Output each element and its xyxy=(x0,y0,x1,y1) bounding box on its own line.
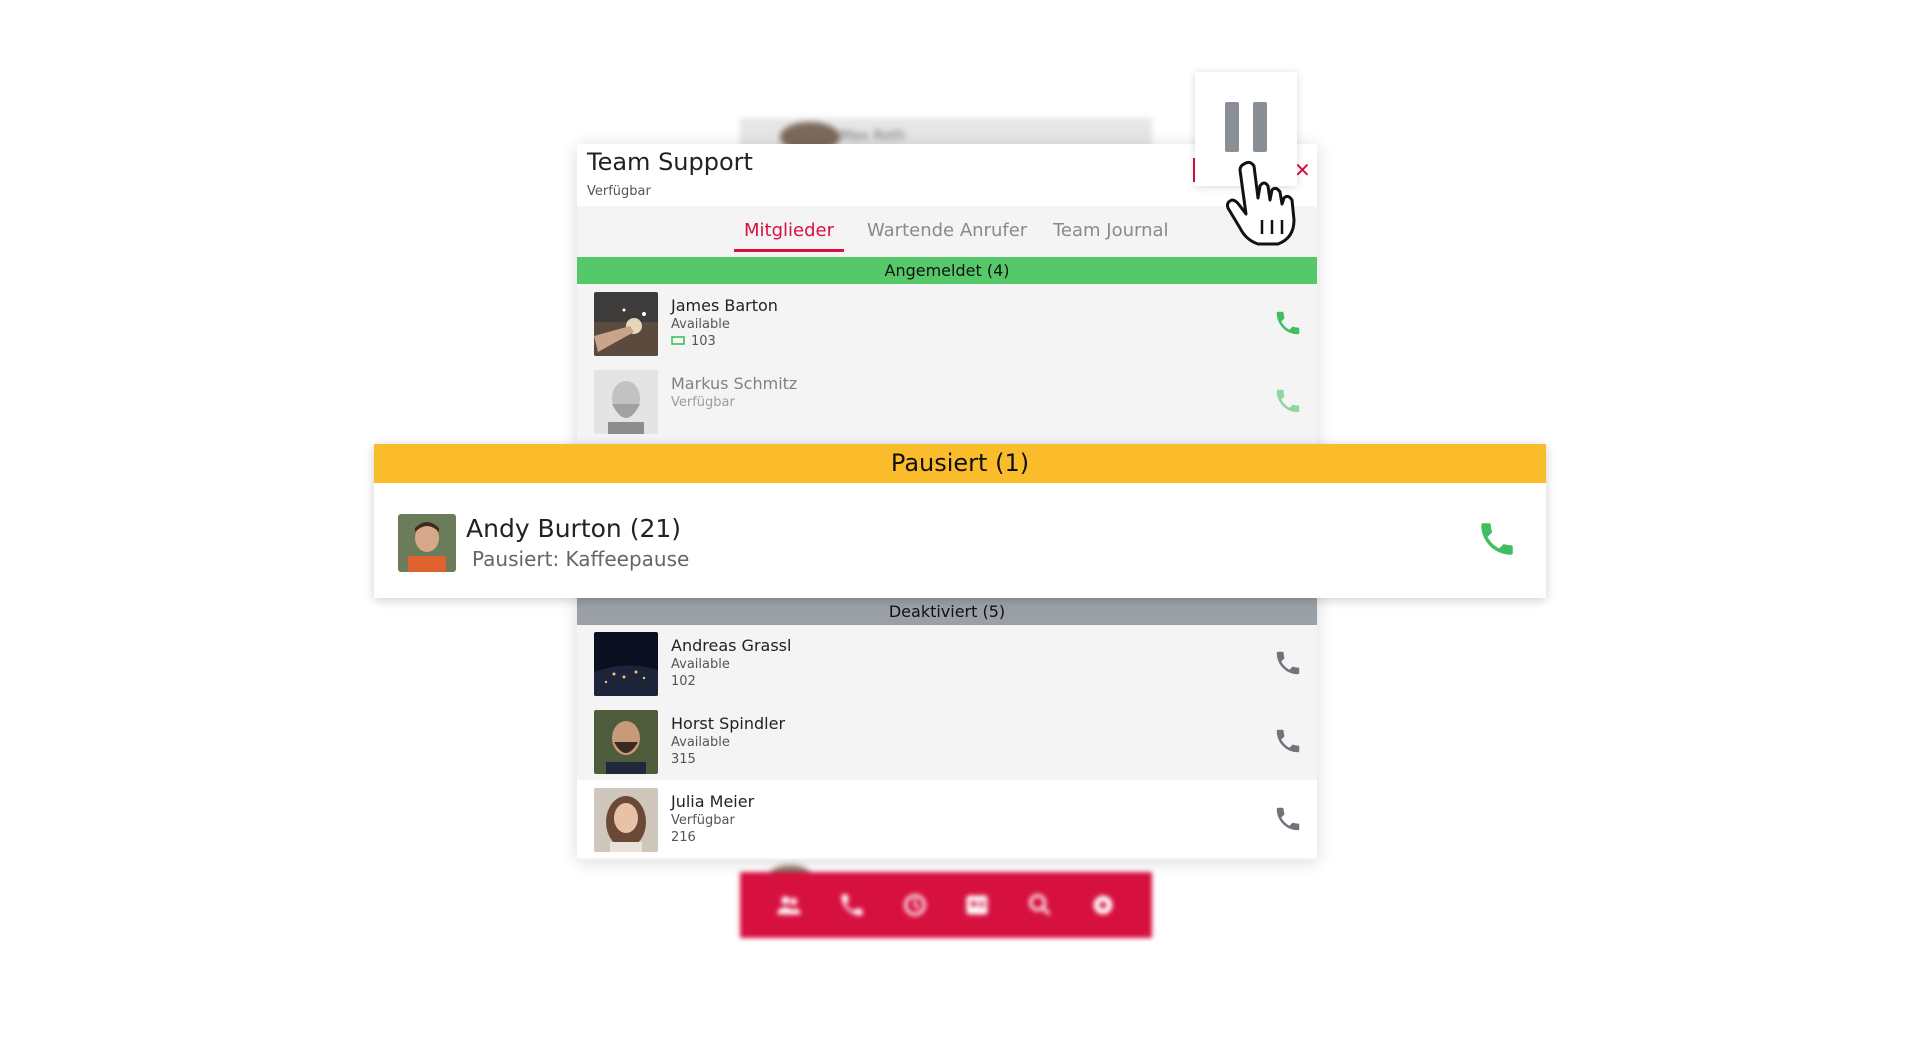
call-phone-icon[interactable] xyxy=(1273,308,1303,338)
member-status: Verfügbar xyxy=(671,813,735,828)
background-header-name: Max Roth xyxy=(840,128,906,144)
avatar xyxy=(594,710,658,774)
call-phone-icon[interactable] xyxy=(1273,648,1303,678)
member-row-horst-spindler[interactable]: Horst Spindler Available 315 xyxy=(577,702,1317,780)
member-row-james-barton[interactable]: James Barton Available 103 xyxy=(577,284,1317,362)
member-status: Available xyxy=(671,735,730,750)
member-row-julia-meier[interactable]: Julia Meier Verfügbar 216 xyxy=(577,780,1317,858)
avatar xyxy=(398,514,456,572)
desk-phone-icon xyxy=(671,336,685,345)
call-phone-icon[interactable] xyxy=(1476,518,1518,560)
tab-bar: Mitglieder Wartende Anrufer Team Journal xyxy=(577,206,1317,254)
team-status: Verfügbar xyxy=(587,184,651,199)
member-row-andreas-grassl[interactable]: Andreas Grassl Available 102 xyxy=(577,624,1317,702)
member-extension-wrap: 103 xyxy=(671,334,716,349)
member-status: Available xyxy=(671,657,730,672)
section-header-logged-in: Angemeldet (4) xyxy=(577,257,1317,284)
paused-section: Pausiert (1) Andy Burton (21) Pausiert: … xyxy=(374,444,1546,598)
page-title: Team Support xyxy=(587,148,753,176)
tab-team-journal[interactable]: Team Journal xyxy=(1043,218,1179,252)
call-phone-icon[interactable] xyxy=(1273,726,1303,756)
team-icon[interactable] xyxy=(775,891,803,919)
screen: Max Roth Team Support Verfügbar ✕ Mitgli… xyxy=(0,0,1920,1040)
member-name: James Barton xyxy=(671,296,778,315)
member-status: Verfügbar xyxy=(671,395,735,410)
hand-cursor-icon xyxy=(1226,160,1296,246)
call-phone-icon[interactable] xyxy=(1273,386,1303,416)
member-extension: 216 xyxy=(671,830,696,845)
member-row-markus-schmitz[interactable]: Markus Schmitz Verfügbar xyxy=(577,362,1317,440)
call-phone-icon[interactable] xyxy=(1273,804,1303,834)
member-name: Andreas Grassl xyxy=(671,636,792,655)
member-name: Andy Burton (21) xyxy=(466,514,682,543)
section-header-paused: Pausiert (1) xyxy=(374,444,1546,483)
member-name: Horst Spindler xyxy=(671,714,786,733)
pause-icon-bar-right xyxy=(1253,102,1267,152)
avatar xyxy=(594,632,658,696)
search-icon[interactable] xyxy=(1026,891,1054,919)
member-status: Pausiert: Kaffeepause xyxy=(472,547,690,571)
tab-wartende-anrufer[interactable]: Wartende Anrufer xyxy=(857,218,1037,252)
member-extension: 102 xyxy=(671,674,696,689)
member-name: Julia Meier xyxy=(671,792,755,811)
phone-icon[interactable] xyxy=(838,891,866,919)
member-extension: 103 xyxy=(691,334,716,349)
member-name: Markus Schmitz xyxy=(671,374,798,393)
member-extension: 315 xyxy=(671,752,696,767)
avatar xyxy=(594,370,658,434)
avatar xyxy=(594,292,658,356)
bottom-nav xyxy=(740,872,1152,938)
history-icon[interactable] xyxy=(901,891,929,919)
tab-mitglieder[interactable]: Mitglieder xyxy=(734,218,844,252)
pause-icon-bar-left xyxy=(1225,102,1239,152)
avatar xyxy=(594,788,658,852)
section-header-deactivated: Deaktiviert (5) xyxy=(577,598,1317,625)
contacts-icon[interactable] xyxy=(963,891,991,919)
settings-icon[interactable] xyxy=(1089,891,1117,919)
member-status: Available xyxy=(671,317,730,332)
